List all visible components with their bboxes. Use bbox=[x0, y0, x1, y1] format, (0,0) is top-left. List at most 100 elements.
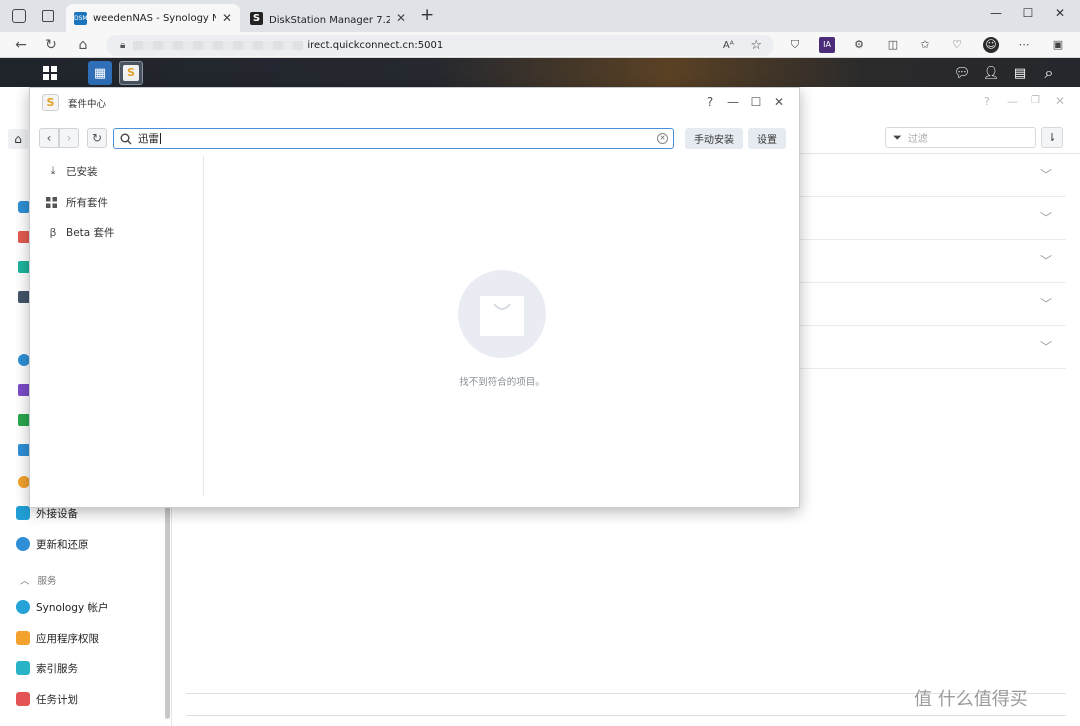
lock-icon: 🔒︎ bbox=[120, 40, 126, 51]
split-screen-icon[interactable]: ◫ bbox=[885, 37, 901, 53]
back-button[interactable]: ‹ bbox=[39, 128, 59, 148]
help-icon[interactable]: ? bbox=[702, 94, 718, 110]
account-icon bbox=[16, 600, 30, 614]
extensions-icon[interactable]: ⚙ bbox=[851, 37, 867, 53]
profile-avatar[interactable]: ☺ bbox=[983, 37, 999, 53]
package-center-window: S 套件中心 ? — ☐ ✕ ‹ › ↻ 迅雷 ✕ 手动安装 设置 ⤓ 已安装 … bbox=[29, 87, 800, 508]
close-icon[interactable]: ✕ bbox=[1055, 94, 1065, 108]
sidebar-item-app-privileges[interactable]: 应用程序权限 bbox=[16, 628, 99, 648]
chevron-down-icon: ﹀ bbox=[1039, 211, 1052, 225]
address-bar[interactable]: 🔒︎ irect.quickconnect.cn:5001 Aᴬ ☆ bbox=[106, 35, 774, 56]
sidebar-item-task-scheduler[interactable]: 任务计划 bbox=[16, 689, 78, 709]
refresh-button[interactable]: ↻ bbox=[87, 128, 107, 148]
main-menu-icon[interactable] bbox=[38, 61, 62, 85]
forward-button[interactable]: › bbox=[59, 128, 79, 148]
sidebar-item-label: 任务计划 bbox=[36, 693, 78, 706]
help-icon[interactable]: ? bbox=[984, 95, 990, 108]
notification-icon[interactable]: 💬︎ bbox=[950, 61, 974, 85]
sidebar-toggle-icon[interactable]: ▣ bbox=[1050, 37, 1066, 53]
close-tab-icon[interactable]: ✕ bbox=[222, 11, 232, 25]
tab-actions-icon[interactable] bbox=[42, 10, 54, 22]
search-icon[interactable]: ⌕ bbox=[1037, 61, 1061, 85]
package-center-taskbar-icon[interactable]: S bbox=[119, 61, 143, 85]
sidebar-item-synology-account[interactable]: Synology 帐户 bbox=[16, 597, 109, 617]
window-title: 套件中心 bbox=[68, 99, 107, 110]
maximize-window-button[interactable]: ☐ bbox=[1018, 6, 1038, 24]
section-label: 服务 bbox=[37, 576, 57, 587]
shopping-bag-icon bbox=[480, 296, 524, 336]
manual-install-button[interactable]: 手动安装 bbox=[685, 128, 743, 149]
dsm-icon: DSM bbox=[74, 11, 88, 25]
minimize-window-button[interactable]: — bbox=[986, 6, 1006, 24]
favorites-icon[interactable]: ✩ bbox=[917, 37, 933, 53]
close-tab-icon[interactable]: ✕ bbox=[396, 11, 406, 25]
search-icon bbox=[120, 133, 132, 144]
beta-icon: β bbox=[49, 225, 57, 239]
footer-divider bbox=[186, 715, 1066, 716]
tab-title: weedenNAS - Synology NAS bbox=[93, 12, 216, 24]
sidebar-scrollbar[interactable] bbox=[165, 507, 170, 719]
redacted-url bbox=[133, 41, 304, 50]
browser-tab[interactable]: S DiskStation Manager 7.2 | 群晖科 ✕ bbox=[242, 4, 414, 32]
workspaces-icon[interactable] bbox=[12, 9, 26, 23]
sidebar-item-label: 索引服务 bbox=[36, 662, 78, 675]
control-panel-taskbar-icon[interactable]: ▦ bbox=[88, 61, 112, 85]
close-icon[interactable]: ✕ bbox=[771, 94, 787, 110]
sort-button[interactable]: ⇂ bbox=[1041, 127, 1063, 148]
close-window-button[interactable]: ✕ bbox=[1050, 6, 1070, 24]
tab-title: DiskStation Manager 7.2 | 群晖科 bbox=[269, 14, 390, 26]
sidebar-section-services[interactable]: ︿ 服务 bbox=[16, 570, 57, 590]
calendar-icon bbox=[16, 692, 30, 706]
minimize-icon[interactable]: — bbox=[725, 94, 741, 110]
new-tab-button[interactable]: + bbox=[420, 5, 434, 25]
sidebar-item-label: 已安装 bbox=[66, 165, 98, 178]
sidebar-item-label: Synology 帐户 bbox=[36, 601, 109, 614]
watermark: 值 什么值得买 bbox=[914, 689, 1028, 710]
empty-state-illustration bbox=[458, 270, 546, 358]
url-text: irect.quickconnect.cn:5001 bbox=[307, 40, 444, 51]
more-menu-icon[interactable]: ⋯ bbox=[1016, 37, 1032, 53]
browser-tab-active[interactable]: DSM weedenNAS - Synology NAS ✕ bbox=[66, 4, 240, 32]
restore-icon[interactable]: ❐ bbox=[1031, 95, 1040, 106]
chevron-down-icon: ﹀ bbox=[1039, 340, 1052, 354]
filter-icon: ⏷ bbox=[893, 130, 902, 144]
home-icon[interactable]: ⌂ bbox=[74, 36, 92, 54]
chevron-down-icon: ﹀ bbox=[1039, 168, 1052, 182]
browser-essentials-icon[interactable]: ♡ bbox=[949, 37, 965, 53]
read-aloud-icon[interactable]: Aᴬ bbox=[723, 40, 734, 51]
sidebar-item-label: Beta 套件 bbox=[66, 226, 115, 239]
chevron-down-icon: ﹀ bbox=[1039, 254, 1052, 268]
back-icon[interactable]: ← bbox=[12, 36, 30, 54]
usb-icon bbox=[16, 506, 30, 520]
sidebar-item-indexing[interactable]: 索引服务 bbox=[16, 658, 78, 678]
filter-input[interactable]: ⏷ 过滤 bbox=[885, 127, 1036, 148]
search-value: 迅雷 bbox=[138, 133, 159, 145]
user-icon[interactable]: 👤︎ bbox=[979, 61, 1003, 85]
sidebar-item-installed[interactable]: ⤓ 已安装 bbox=[46, 160, 98, 182]
sidebar-item-label: 应用程序权限 bbox=[36, 632, 99, 645]
sidebar-item-beta-packages[interactable]: β Beta 套件 bbox=[46, 221, 115, 243]
text-cursor bbox=[160, 133, 161, 144]
window-header[interactable]: S 套件中心 ? — ☐ ✕ bbox=[30, 88, 799, 116]
dsm-taskbar: ▦ S 💬︎ 👤︎ ▤ ⌕ bbox=[0, 58, 1080, 87]
home-icon[interactable]: ⌂ bbox=[8, 129, 28, 149]
chevron-down-icon: ﹀ bbox=[1039, 297, 1052, 311]
favorite-star-icon[interactable]: ☆ bbox=[750, 38, 762, 53]
clear-search-icon[interactable]: ✕ bbox=[657, 133, 668, 144]
download-icon: ⤓ bbox=[50, 164, 56, 177]
sidebar-item-label: 更新和还原 bbox=[36, 538, 89, 551]
search-input[interactable]: 迅雷 ✕ bbox=[113, 128, 674, 149]
maximize-icon[interactable]: ☐ bbox=[748, 94, 764, 110]
shield-extension-icon[interactable]: ⛉ bbox=[787, 37, 803, 53]
sidebar-item-all-packages[interactable]: 所有套件 bbox=[46, 191, 108, 213]
ia-extension-icon[interactable]: IA bbox=[819, 37, 835, 53]
grid-icon bbox=[46, 196, 60, 208]
chevron-up-icon: ︿ bbox=[20, 576, 30, 587]
sidebar-item-label: 所有套件 bbox=[66, 196, 108, 209]
refresh-icon[interactable]: ↻ bbox=[42, 36, 60, 54]
index-icon bbox=[16, 661, 30, 675]
sidebar-item-update-restore[interactable]: 更新和还原 bbox=[16, 534, 89, 554]
minimize-icon[interactable]: — bbox=[1007, 95, 1018, 108]
widgets-icon[interactable]: ▤ bbox=[1008, 61, 1032, 85]
settings-button[interactable]: 设置 bbox=[748, 128, 786, 149]
